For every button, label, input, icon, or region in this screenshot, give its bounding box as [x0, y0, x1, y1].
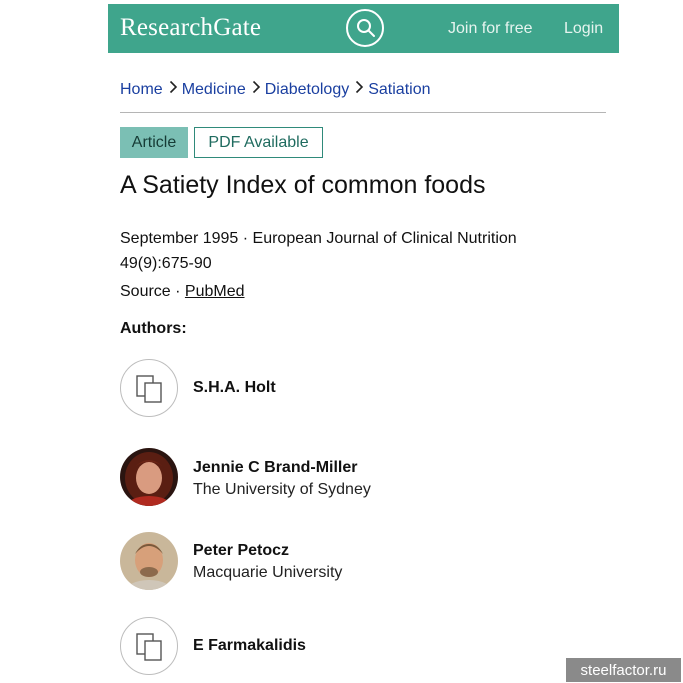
author-name[interactable]: S.H.A. Holt [193, 379, 276, 397]
author-placeholder-icon [120, 359, 178, 417]
author-item[interactable]: E Farmakalidis [120, 617, 540, 677]
author-photo [120, 532, 178, 590]
search-button[interactable] [346, 9, 384, 47]
author-item[interactable]: Peter Petocz Macquarie University [120, 532, 540, 592]
author-photo [120, 448, 178, 506]
chevron-right-icon [252, 80, 261, 99]
author-institution[interactable]: Macquarie University [193, 564, 342, 582]
source-line: Source · PubMed [120, 283, 245, 301]
site-header: ResearchGate Join for free Login [108, 4, 619, 53]
pubmed-link[interactable]: PubMed [185, 283, 245, 300]
breadcrumb-satiation[interactable]: Satiation [368, 81, 430, 99]
divider [120, 112, 606, 113]
breadcrumb: Home Medicine Diabetology Satiation [120, 80, 430, 99]
chevron-right-icon [355, 80, 364, 99]
author-institution[interactable]: The University of Sydney [193, 481, 371, 499]
join-for-free-link[interactable]: Join for free [448, 20, 532, 38]
breadcrumb-medicine[interactable]: Medicine [182, 81, 246, 99]
author-item[interactable]: Jennie C Brand-Miller The University of … [120, 448, 540, 508]
author-name[interactable]: E Farmakalidis [193, 637, 306, 655]
login-link[interactable]: Login [564, 20, 603, 38]
researchgate-logo[interactable]: ResearchGate [120, 14, 261, 42]
author-item[interactable]: S.H.A. Holt [120, 359, 540, 419]
watermark: steelfactor.ru [566, 658, 681, 682]
article-badge: Article [120, 127, 188, 158]
search-icon [357, 19, 375, 37]
publication-volume: 49(9):675-90 [120, 255, 212, 272]
breadcrumb-diabetology[interactable]: Diabetology [265, 81, 350, 99]
author-name[interactable]: Peter Petocz [193, 542, 289, 560]
page-title: A Satiety Index of common foods [120, 171, 486, 199]
publication-date-journal: September 1995 · European Journal of Cli… [120, 230, 517, 247]
author-placeholder-icon [120, 617, 178, 675]
pdf-available-badge[interactable]: PDF Available [194, 127, 323, 158]
breadcrumb-home[interactable]: Home [120, 81, 163, 99]
authors-heading: Authors: [120, 320, 187, 337]
source-prefix: Source · [120, 283, 185, 300]
chevron-right-icon [169, 80, 178, 99]
author-name[interactable]: Jennie C Brand-Miller [193, 459, 357, 477]
